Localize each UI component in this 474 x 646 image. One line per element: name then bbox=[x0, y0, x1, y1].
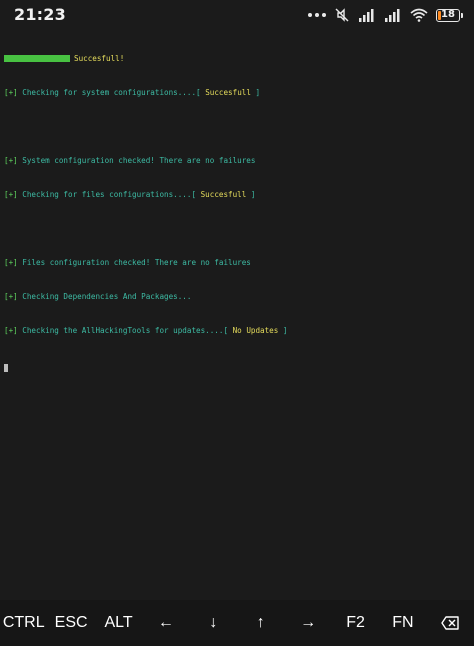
termux-screen: 21:23 18 Succesfull! [+] Checking for sy… bbox=[0, 0, 474, 646]
progress-bar bbox=[4, 55, 70, 62]
arrow-left-key[interactable]: ← bbox=[142, 600, 189, 646]
status-icons: 18 bbox=[308, 7, 463, 23]
clock: 21:23 bbox=[14, 5, 66, 24]
more-dots-icon bbox=[308, 13, 326, 17]
status-bar: 21:23 18 bbox=[0, 0, 474, 30]
terminal-output[interactable]: Succesfull! [+] Checking for system conf… bbox=[4, 38, 470, 598]
status-text: Succesfull bbox=[200, 190, 247, 199]
terminal-line: [+] Checking the AllHackingTools for upd… bbox=[4, 326, 288, 335]
backspace-key[interactable] bbox=[427, 600, 474, 646]
arrow-right-key[interactable]: → bbox=[284, 600, 331, 646]
wifi-icon bbox=[410, 8, 428, 22]
battery-icon: 18 bbox=[436, 8, 463, 22]
header-status: Succesfull! bbox=[74, 54, 125, 63]
progress-line: Succesfull! bbox=[4, 54, 470, 64]
alt-key[interactable]: ALT bbox=[95, 600, 142, 646]
ctrl-key[interactable]: CTRL bbox=[0, 600, 47, 646]
terminal-line: [+] Checking for system configurations..… bbox=[4, 88, 261, 97]
status-text: No Updates bbox=[232, 326, 279, 335]
terminal-line: [+] Files configuration checked! There a… bbox=[4, 258, 251, 267]
arrow-down-key[interactable]: ↓ bbox=[190, 600, 237, 646]
signal-icon bbox=[359, 9, 374, 22]
terminal-line: [+] System configuration checked! There … bbox=[4, 156, 256, 165]
terminal-line: [+] Checking for files configurations...… bbox=[4, 190, 256, 199]
signal-icon bbox=[385, 9, 400, 22]
fn-key[interactable]: FN bbox=[379, 600, 426, 646]
battery-percent: 18 bbox=[441, 9, 455, 20]
extra-keys-bar: CTRL ESC ALT ← ↓ ↑ → F2 FN bbox=[0, 600, 474, 646]
esc-key[interactable]: ESC bbox=[47, 600, 94, 646]
terminal-line: [+] Checking Dependencies And Packages..… bbox=[4, 292, 192, 301]
terminal-cursor bbox=[4, 364, 8, 372]
muted-icon bbox=[335, 8, 349, 22]
f2-key[interactable]: F2 bbox=[332, 600, 379, 646]
status-text: Succesfull bbox=[205, 88, 251, 97]
arrow-up-key[interactable]: ↑ bbox=[237, 600, 284, 646]
backspace-icon bbox=[441, 616, 460, 630]
